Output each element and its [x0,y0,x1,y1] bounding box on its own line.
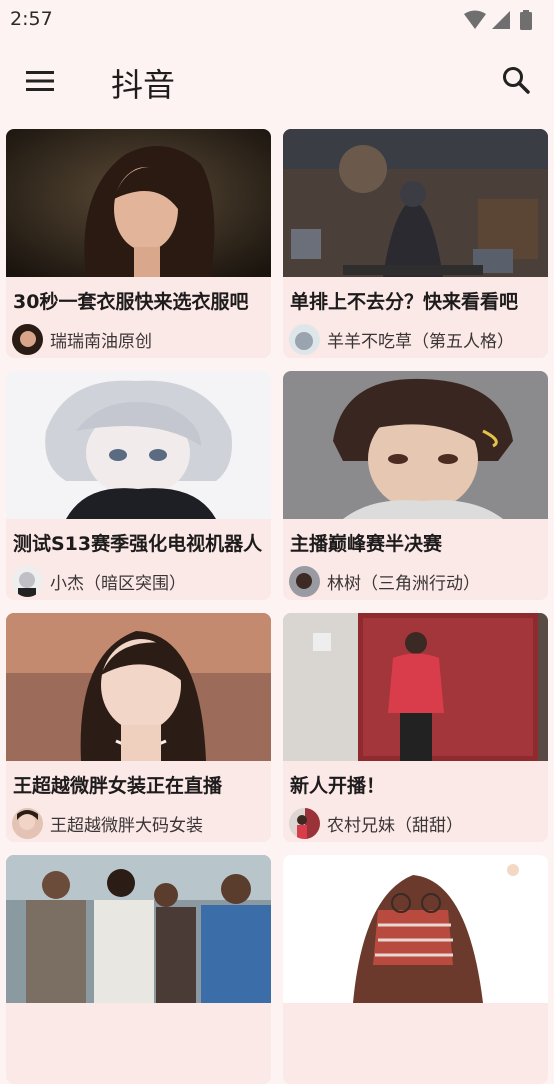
cellular-signal-icon [492,11,510,29]
search-icon [503,67,530,94]
video-thumbnail [283,855,548,1003]
video-thumbnail [6,613,271,761]
author-name: 羊羊不吃草（第五人格） [327,331,514,352]
avatar [12,565,43,597]
video-card[interactable]: 主播巅峰赛半决赛 林树（三角洲行动） [283,371,548,600]
video-title: 新人开播！ [290,775,386,797]
author-name: 小杰（暗区突围） [50,573,186,594]
author-row[interactable]: 农村兄妹（甜甜） [289,807,463,839]
video-card[interactable]: 单排上不去分？快来看看吧 羊羊不吃草（第五人格） [283,129,548,358]
video-card[interactable]: 30秒一套衣服快来选衣服吧 瑞瑞南油原创 [6,129,271,358]
battery-icon [520,10,532,30]
hamburger-menu-icon [26,71,54,91]
author-row[interactable]: 王超越微胖大码女装 [12,807,203,839]
avatar [289,565,320,597]
video-title: 测试S13赛季强化电视机器人 [13,533,263,555]
video-thumbnail [283,613,548,761]
video-card[interactable] [6,855,271,1084]
video-card[interactable] [283,855,548,1084]
menu-button[interactable] [22,63,58,99]
video-thumbnail [6,371,271,519]
video-thumbnail [283,129,548,277]
page-title: 抖音 [111,66,176,104]
search-button[interactable] [498,62,534,98]
author-name: 王超越微胖大码女装 [50,815,203,836]
video-thumbnail [6,855,271,1003]
video-card[interactable]: 测试S13赛季强化电视机器人 小杰（暗区突围） [6,371,271,600]
video-title: 30秒一套衣服快来选衣服吧 [13,291,249,313]
author-row[interactable]: 瑞瑞南油原创 [12,323,152,355]
avatar [12,807,43,839]
video-thumbnail [6,129,271,277]
video-card[interactable]: 王超越微胖女装正在直播 王超越微胖大码女装 [6,613,271,842]
author-row[interactable]: 林树（三角洲行动） [289,565,480,597]
video-title: 单排上不去分？快来看看吧 [290,291,519,313]
status-icons [462,9,544,30]
author-row[interactable]: 小杰（暗区突围） [12,565,186,597]
wifi-icon [464,10,486,29]
avatar [289,323,320,355]
author-name: 瑞瑞南油原创 [50,331,152,352]
author-name: 农村兄妹（甜甜） [327,815,463,836]
author-row[interactable]: 羊羊不吃草（第五人格） [289,323,514,355]
author-name: 林树（三角洲行动） [327,573,480,594]
video-title: 王超越微胖女装正在直播 [13,775,223,797]
status-time: 2:57 [10,8,53,30]
video-thumbnail [283,371,548,519]
status-bar: 2:57 [0,0,554,40]
video-feed-grid: 30秒一套衣服快来选衣服吧 瑞瑞南油原创 单排上不去分？快来看看吧 羊羊不吃草（ [6,129,548,1084]
avatar [289,807,320,839]
video-title: 主播巅峰赛半决赛 [290,533,443,555]
avatar [12,323,43,355]
video-card[interactable]: 新人开播！ 农村兄妹（甜甜） [283,613,548,842]
app-bar: 抖音 [0,44,554,118]
